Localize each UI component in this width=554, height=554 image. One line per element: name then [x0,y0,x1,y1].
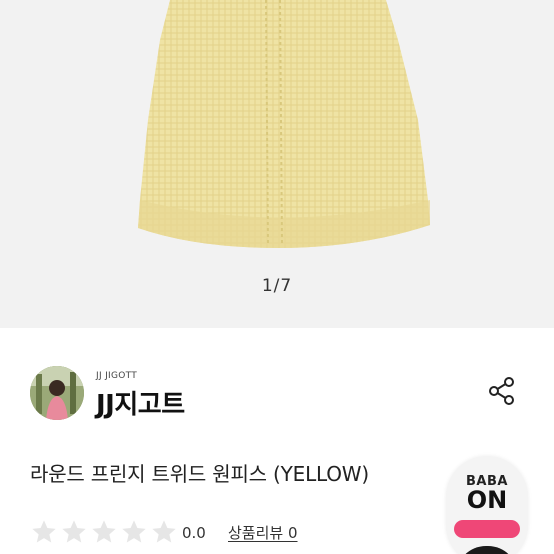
rating-score: 0.0 [182,524,206,542]
brand-name-en: JJ JIGOTT [96,371,138,381]
star-icon [122,520,146,543]
star-icon [152,520,176,543]
share-icon[interactable] [488,376,516,406]
rating-row: 0.0 상품리뷰 0 [30,518,450,548]
product-title: 라운드 프린지 트위드 원피스 (YELLOW) [30,462,369,486]
baba-on-floating-button[interactable]: BABA ON [446,456,528,554]
baba-on-dark-badge [456,546,518,554]
star-icon [62,520,86,543]
rating-stars [30,518,178,546]
brand-name[interactable]: JJ지고트 [96,384,185,421]
product-image [138,0,430,248]
baba-on-accent-bar [454,520,520,538]
brand-section[interactable]: JJ JIGOTT JJ지고트 [30,366,530,422]
review-link[interactable]: 상품리뷰 0 [228,522,298,543]
baba-on-label-bottom: ON [466,486,508,514]
star-icon [32,520,56,543]
image-pager: 1/7 [261,276,293,296]
product-image-gallery[interactable]: 1/7 [0,0,554,328]
star-icon [92,520,116,543]
brand-avatar[interactable] [30,366,84,420]
